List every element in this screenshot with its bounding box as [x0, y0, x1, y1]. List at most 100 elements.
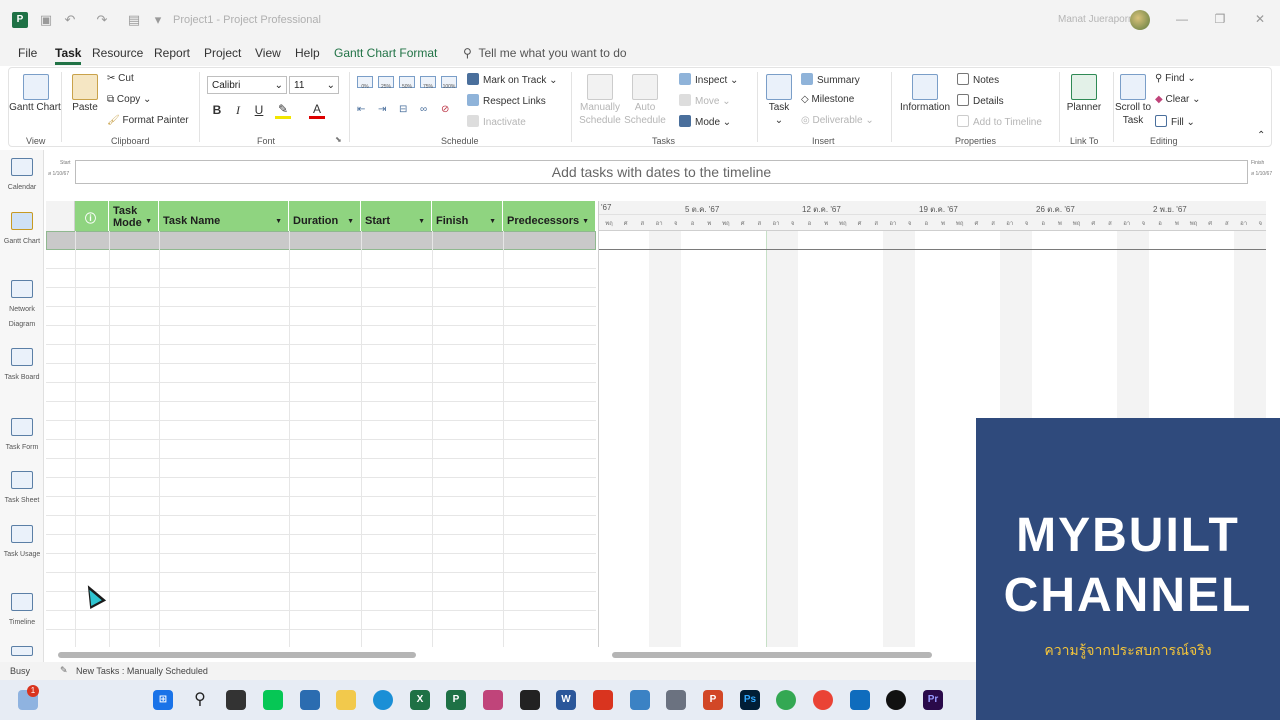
new-tasks-mode[interactable]: New Tasks : Manually Scheduled: [76, 666, 208, 676]
italic-button[interactable]: I: [230, 103, 246, 118]
tab-gantt-chart-format[interactable]: Gantt Chart Format: [334, 46, 437, 60]
outdent-icon[interactable]: ⇤: [357, 104, 365, 115]
table-row[interactable]: [46, 383, 596, 402]
percent-50-icon[interactable]: 50%: [399, 76, 415, 90]
scrollbar-thumb[interactable]: [58, 652, 416, 658]
table-row[interactable]: [46, 440, 596, 459]
premiere-icon[interactable]: Pr: [923, 690, 943, 710]
view-task-usage[interactable]: Task Usage: [2, 525, 42, 562]
column-finish[interactable]: Finish ▼: [432, 201, 503, 231]
fill-button[interactable]: Fill ⌄: [1155, 115, 1195, 128]
minimize-icon[interactable]: —: [1174, 12, 1190, 26]
format-painter-button[interactable]: 🖌 Format Painter: [107, 115, 189, 126]
scroll-to-task-icon[interactable]: [1120, 74, 1146, 100]
view-gantt-chart[interactable]: Gantt Chart: [2, 212, 42, 249]
paste-icon[interactable]: [72, 74, 98, 100]
close-icon[interactable]: ✕: [1252, 12, 1268, 26]
copy-button[interactable]: ⧉ Copy ⌄: [107, 94, 151, 105]
view-task-sheet[interactable]: Task Sheet: [2, 471, 42, 508]
save-icon[interactable]: ▣: [38, 12, 54, 28]
restore-icon[interactable]: ❐: [1212, 12, 1228, 26]
indicators-header[interactable]: ⓘ: [75, 201, 109, 231]
excel-icon[interactable]: X: [410, 690, 430, 710]
inactivate-button[interactable]: Inactivate: [467, 115, 526, 128]
percent-100-icon[interactable]: 100%: [441, 76, 457, 90]
file-explorer-icon[interactable]: [336, 690, 356, 710]
cut-button[interactable]: ✂ Cut: [107, 73, 134, 84]
add-to-timeline-button[interactable]: Add to Timeline: [957, 115, 1042, 128]
chrome-icon[interactable]: [813, 690, 833, 710]
respect-links-button[interactable]: Respect Links: [467, 94, 546, 107]
indent-icon[interactable]: ⇥: [378, 104, 386, 115]
redo-icon[interactable]: ↷: [94, 12, 110, 28]
column-duration[interactable]: Duration ▼: [289, 201, 361, 231]
auto-schedule-icon[interactable]: [632, 74, 658, 100]
table-row[interactable]: [46, 630, 596, 647]
table-row[interactable]: [46, 535, 596, 554]
table-row[interactable]: [46, 516, 596, 535]
information-button[interactable]: Information: [899, 101, 951, 114]
table-row[interactable]: [46, 326, 596, 345]
information-icon[interactable]: [912, 74, 938, 100]
photoshop-icon[interactable]: Ps: [740, 690, 760, 710]
table-row[interactable]: [46, 554, 596, 573]
chrome-icon[interactable]: [776, 690, 796, 710]
table-row[interactable]: [46, 250, 596, 269]
tab-view[interactable]: View: [255, 46, 281, 60]
font-dialog-launcher-icon[interactable]: ⬊: [335, 135, 342, 144]
tab-task[interactable]: Task: [55, 46, 82, 65]
gantt-horizontal-scrollbar[interactable]: [600, 650, 976, 660]
unlink-icon[interactable]: ⊘: [441, 104, 449, 115]
highlight-icon[interactable]: ✎: [275, 102, 291, 119]
avatar[interactable]: [1130, 10, 1150, 30]
collapse-ribbon-icon[interactable]: ⌃: [1257, 130, 1265, 141]
font-size-select[interactable]: 11 ⌄: [289, 76, 339, 94]
inspect-button[interactable]: Inspect ⌄: [679, 73, 738, 86]
timeline-bar[interactable]: Add tasks with dates to the timeline: [75, 160, 1248, 184]
view-task-board[interactable]: Task Board: [2, 348, 42, 385]
customize-toolbar-icon[interactable]: ▾: [150, 12, 166, 28]
split-icon[interactable]: ⊟: [399, 104, 407, 115]
line-app-icon[interactable]: [263, 690, 283, 710]
details-button[interactable]: Details: [957, 94, 1004, 107]
percent-75-icon[interactable]: 75%: [420, 76, 436, 90]
column-predecessors[interactable]: Predecessors ▼: [503, 201, 596, 231]
tab-file[interactable]: File: [18, 46, 37, 60]
table-row[interactable]: [46, 459, 596, 478]
column-task-name[interactable]: Task Name ▼: [159, 201, 289, 231]
table-row[interactable]: [46, 592, 596, 611]
table-row[interactable]: [46, 345, 596, 364]
table-row[interactable]: [46, 421, 596, 440]
paste-button[interactable]: Paste: [59, 101, 111, 114]
table-row[interactable]: [46, 288, 596, 307]
snipping-tool-icon[interactable]: [483, 690, 503, 710]
word-icon[interactable]: W: [556, 690, 576, 710]
tab-help[interactable]: Help: [295, 46, 320, 60]
task-view-icon[interactable]: [226, 690, 246, 710]
find-button[interactable]: ⚲ Find ⌄: [1155, 73, 1196, 84]
summary-button[interactable]: Summary: [801, 73, 860, 86]
start-icon[interactable]: ⊞: [153, 690, 173, 710]
mark-on-track-button[interactable]: Mark on Track ⌄: [467, 73, 558, 86]
table-row[interactable]: [46, 364, 596, 383]
table-row[interactable]: [46, 611, 596, 630]
tab-resource[interactable]: Resource: [92, 46, 143, 60]
percent-0-icon[interactable]: 0%: [357, 76, 373, 90]
tab-report[interactable]: Report: [154, 46, 190, 60]
outlook-icon[interactable]: [850, 690, 870, 710]
select-all-corner[interactable]: [46, 201, 75, 231]
view-more[interactable]: [2, 646, 42, 660]
table-row[interactable]: [46, 573, 596, 592]
milestone-button[interactable]: ◇ Milestone: [801, 94, 854, 105]
view-timeline[interactable]: Timeline: [2, 593, 42, 630]
deliverable-button[interactable]: ◎ Deliverable ⌄: [801, 115, 874, 126]
link-icon[interactable]: ∞: [420, 104, 427, 115]
table-row[interactable]: [46, 269, 596, 288]
font-family-select[interactable]: Calibri ⌄: [207, 76, 287, 94]
tell-me-search[interactable]: ⚲ Tell me what you want to do: [463, 46, 627, 60]
table-row[interactable]: [46, 478, 596, 497]
table-row[interactable]: [46, 497, 596, 516]
gantt-chart-button[interactable]: Gantt Chart: [9, 101, 61, 114]
table-row[interactable]: [46, 231, 596, 250]
acrobat-icon[interactable]: [593, 690, 613, 710]
